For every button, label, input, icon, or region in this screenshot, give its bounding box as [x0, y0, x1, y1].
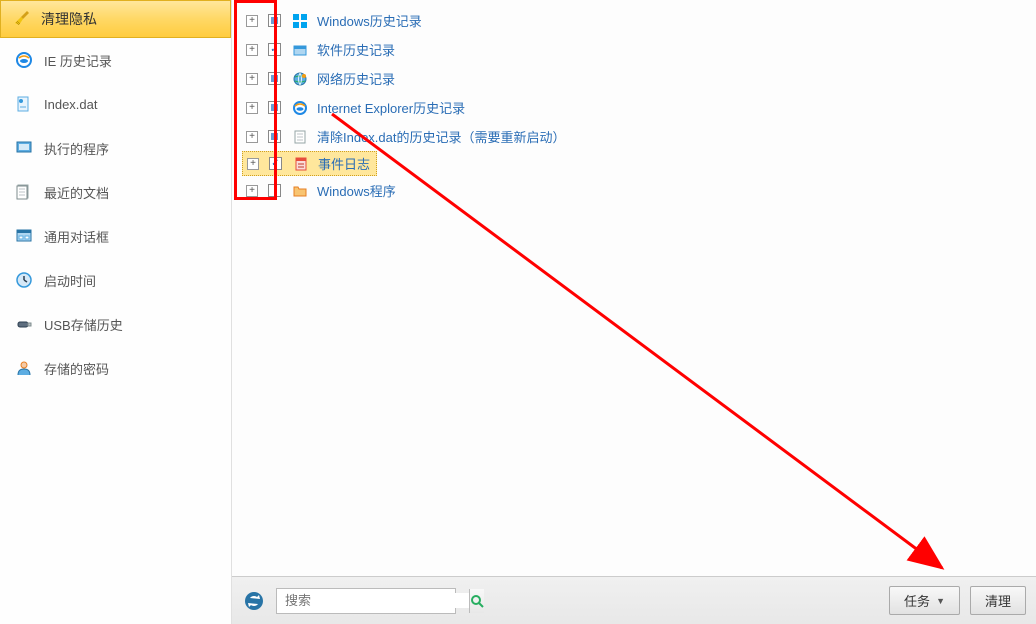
ie-icon	[291, 99, 309, 117]
checkbox[interactable]	[268, 14, 281, 27]
sidebar-item-common-dialog[interactable]: 通用对话框	[0, 214, 231, 258]
expand-icon[interactable]: +	[246, 15, 258, 27]
sidebar-item-label: IE 历史记录	[44, 51, 112, 70]
ie-icon	[14, 50, 34, 70]
chevron-down-icon: ▼	[936, 596, 945, 606]
sidebar: 清理隐私 IE 历史记录 Index.dat	[0, 0, 232, 624]
document-icon	[14, 182, 34, 202]
search-box	[276, 588, 456, 614]
sidebar-item-label: Index.dat	[44, 97, 98, 112]
sidebar-item-label: 最近的文档	[44, 183, 109, 202]
tree-item-label[interactable]: 清除Index.dat的历史记录（需要重新启动）	[317, 127, 566, 146]
tree-item-label[interactable]: Windows历史记录	[317, 11, 422, 30]
windows-icon	[291, 12, 309, 30]
expand-icon[interactable]: +	[246, 73, 258, 85]
dialog-icon	[14, 226, 34, 246]
tree-item-label[interactable]: Windows程序	[317, 181, 396, 200]
usb-icon	[14, 314, 34, 334]
task-button[interactable]: 任务 ▼	[889, 586, 960, 615]
tree-item-windows-programs[interactable]: + Windows程序	[242, 176, 1026, 205]
sidebar-item-usb-history[interactable]: USB存储历史	[0, 302, 231, 346]
main-panel: + Windows历史记录 +	[232, 0, 1036, 624]
page-icon	[291, 128, 309, 146]
task-button-label: 任务	[904, 591, 930, 610]
checkbox[interactable]	[268, 101, 281, 114]
search-button[interactable]	[469, 589, 484, 613]
expand-icon[interactable]: +	[246, 131, 258, 143]
sidebar-item-index-dat[interactable]: Index.dat	[0, 82, 231, 126]
sidebar-item-stored-passwords[interactable]: 存储的密码	[0, 346, 231, 390]
tree-item-ie-history[interactable]: + Internet Explorer历史记录	[242, 93, 1026, 122]
clean-button-label: 清理	[985, 591, 1011, 610]
broom-icon	[13, 9, 33, 29]
tree-item-network-history[interactable]: + 网络历史记录	[242, 64, 1026, 93]
sidebar-item-label: 通用对话框	[44, 227, 109, 246]
clock-icon	[14, 270, 34, 290]
globe-icon	[291, 70, 309, 88]
sidebar-item-ie-history[interactable]: IE 历史记录	[0, 38, 231, 82]
refresh-icon[interactable]	[242, 589, 266, 613]
sidebar-item-label: 启动时间	[44, 271, 96, 290]
checkbox[interactable]	[268, 43, 281, 56]
log-icon	[292, 155, 310, 173]
tree-area: + Windows历史记录 +	[232, 0, 1036, 576]
checkbox[interactable]	[268, 184, 281, 197]
checkbox[interactable]	[268, 72, 281, 85]
file-icon	[14, 94, 34, 114]
clean-button[interactable]: 清理	[970, 586, 1026, 615]
expand-icon[interactable]: +	[246, 44, 258, 56]
software-icon	[291, 41, 309, 59]
search-input[interactable]	[277, 593, 469, 608]
checkbox[interactable]	[268, 130, 281, 143]
sidebar-item-label: USB存储历史	[44, 315, 123, 334]
checkbox[interactable]	[269, 157, 282, 170]
expand-icon[interactable]: +	[247, 158, 259, 170]
sidebar-item-startup-time[interactable]: 启动时间	[0, 258, 231, 302]
tree-item-label[interactable]: 网络历史记录	[317, 69, 395, 88]
run-icon	[14, 138, 34, 158]
expand-icon[interactable]: +	[246, 185, 258, 197]
sidebar-item-recent-docs[interactable]: 最近的文档	[0, 170, 231, 214]
tree-item-label[interactable]: 软件历史记录	[317, 40, 395, 59]
tree-item-label[interactable]: Internet Explorer历史记录	[317, 98, 465, 117]
tree-item-clear-indexdat[interactable]: + 清除Index.dat的历史记录（需要重新启动）	[242, 122, 1026, 151]
sidebar-header-label: 清理隐私	[41, 9, 97, 29]
sidebar-header-clean-privacy[interactable]: 清理隐私	[0, 0, 231, 38]
expand-icon[interactable]: +	[246, 102, 258, 114]
folder-icon	[291, 182, 309, 200]
tree-item-label[interactable]: 事件日志	[318, 154, 370, 173]
tree-item-windows-history[interactable]: + Windows历史记录	[242, 6, 1026, 35]
tree-item-event-log[interactable]: + 事件日志	[242, 151, 377, 176]
tree-item-software-history[interactable]: + 软件历史记录	[242, 35, 1026, 64]
bottom-bar: 任务 ▼ 清理	[232, 576, 1036, 624]
sidebar-item-executed-programs[interactable]: 执行的程序	[0, 126, 231, 170]
sidebar-item-label: 执行的程序	[44, 139, 109, 158]
sidebar-item-label: 存储的密码	[44, 359, 109, 378]
user-icon	[14, 358, 34, 378]
